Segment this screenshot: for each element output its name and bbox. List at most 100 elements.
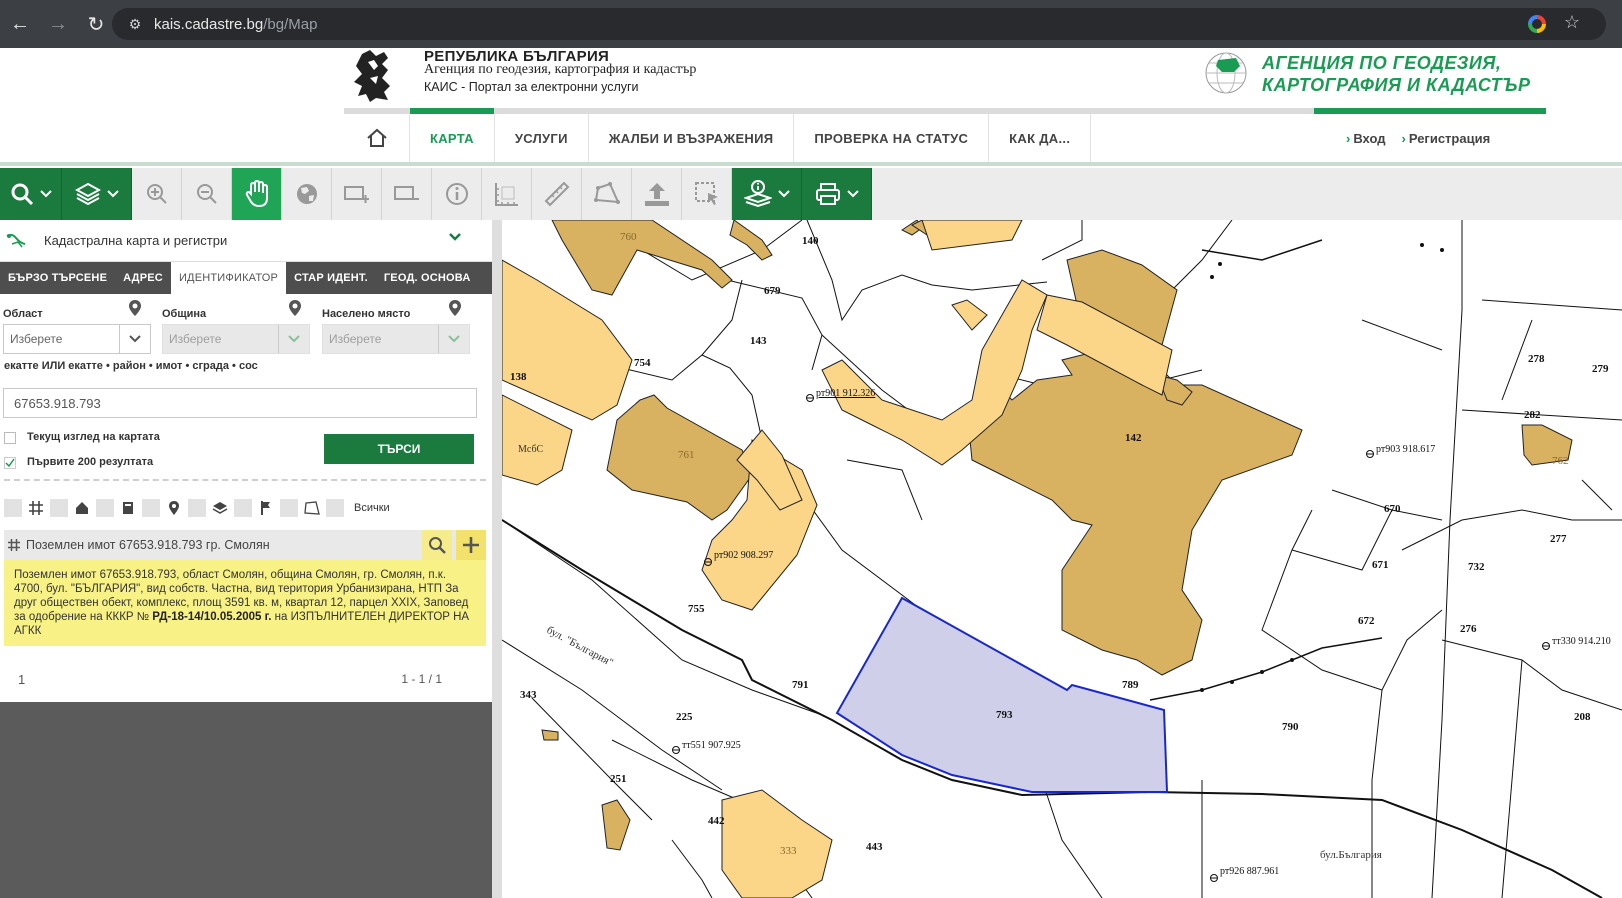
register-link[interactable]: › Регистрация [1402, 131, 1491, 146]
menu-item-map[interactable]: КАРТА [410, 114, 495, 162]
search-icon [429, 537, 446, 554]
address-bar[interactable]: ⚙ kais.cadastre.bg/bg/Map ☆ [112, 8, 1606, 40]
result-header[interactable]: Поземлен имот 67653.918.793 гр. Смолян [4, 530, 486, 560]
agency-subtitle: Агенция по геодезия, картография и кадас… [424, 62, 697, 77]
result-title: Поземлен имот 67653.918.793 гр. Смолян [26, 538, 270, 552]
measure-area-button[interactable] [482, 168, 532, 220]
filter-checkbox[interactable] [96, 499, 114, 517]
filter-checkbox[interactable] [4, 499, 22, 517]
svg-text:рт903 918.617: рт903 918.617 [1376, 444, 1435, 455]
sidebar-splitter[interactable] [492, 220, 502, 898]
zoom-box-in-button[interactable] [332, 168, 382, 220]
reload-icon[interactable]: ↻ [78, 6, 114, 42]
zoom-in-icon [146, 184, 167, 204]
menu-item-how-to[interactable]: КАК ДА... [989, 114, 1092, 162]
layer-info-button[interactable] [732, 168, 802, 220]
tab-address[interactable]: АДРЕС [115, 262, 171, 294]
pan-hand-icon [245, 180, 268, 208]
filter-checkbox[interactable] [326, 499, 344, 517]
site-settings-icon[interactable]: ⚙ [122, 16, 148, 33]
full-extent-button[interactable] [282, 168, 332, 220]
obshtina-select[interactable]: Изберете [162, 324, 310, 354]
oblast-label: Област [3, 308, 43, 320]
layers-tool-button[interactable] [62, 168, 132, 220]
search-tabs: БЪРЗО ТЪРСЕНЕ АДРЕС ИДЕНТИФИКАТОР СТАР И… [0, 262, 492, 294]
filter-all-label: Всички [354, 502, 390, 514]
parcel-label: 791 [792, 679, 809, 691]
map-pin-icon[interactable] [448, 299, 462, 317]
oblast-select[interactable]: Изберете [3, 324, 151, 354]
main-menu: КАРТА УСЛУГИ ЖАЛБИ И ВЪЗРАЖЕНИЯ ПРОВЕРКА… [344, 114, 1092, 162]
zoom-to-result-button[interactable] [422, 530, 452, 560]
info-icon [445, 183, 468, 205]
menu-item-complaints[interactable]: ЖАЛБИ И ВЪЗРАЖЕНИЯ [589, 114, 795, 162]
page-number[interactable]: 1 [18, 672, 25, 687]
print-button[interactable] [802, 168, 872, 220]
obshtina-label: Община [162, 308, 207, 320]
zoom-box-out-button[interactable] [382, 168, 432, 220]
search-button[interactable]: ТЪРСИ [324, 434, 474, 464]
forward-icon[interactable]: → [40, 6, 76, 42]
parcel-label: 443 [866, 841, 883, 853]
tab-identifier[interactable]: ИДЕНТИФИКАТОР [170, 262, 287, 294]
measure-distance-button[interactable] [532, 168, 582, 220]
street-label: бул. "България" [545, 624, 616, 669]
polygon-icon [593, 182, 620, 204]
tab-old-identifier[interactable]: СТАР ИДЕНТ. [286, 262, 376, 294]
filter-checkbox[interactable] [142, 499, 160, 517]
filter-checkbox[interactable] [188, 499, 206, 517]
search-tool-button[interactable] [0, 168, 62, 220]
filter-checkbox[interactable] [50, 499, 68, 517]
parcel-label: 343 [520, 689, 537, 701]
map-pin-icon[interactable] [288, 299, 302, 317]
menu-item-services[interactable]: УСЛУГИ [495, 114, 589, 162]
tab-quick-search[interactable]: БЪРЗО ТЪРСЕНЕ [0, 262, 115, 294]
bookmark-star-icon[interactable]: ☆ [1564, 12, 1580, 33]
cadastral-map[interactable]: 140 679 143 754 138 142 793 789 790 791 … [502, 220, 1622, 898]
building-icon [72, 499, 92, 517]
zoom-out-button[interactable] [182, 168, 232, 220]
first-200-checkbox[interactable] [4, 457, 16, 469]
zoom-in-button[interactable] [132, 168, 182, 220]
upload-icon [644, 183, 669, 206]
draw-polygon-button[interactable] [582, 168, 632, 220]
back-icon[interactable]: ← [2, 6, 38, 42]
parcel-label: 278 [1528, 353, 1545, 365]
home-button[interactable] [344, 114, 410, 162]
svg-text:рт926 887.961: рт926 887.961 [1220, 866, 1279, 877]
filter-checkbox[interactable] [234, 499, 252, 517]
svg-text:тт330 914.210: тт330 914.210 [1552, 636, 1611, 647]
identifier-input[interactable]: 67653.918.793 [3, 388, 477, 418]
rect-plus-icon [343, 186, 369, 203]
globe-icon [296, 184, 317, 204]
map-pin-icon [164, 499, 184, 517]
svg-text:тт551 907.925: тт551 907.925 [682, 740, 741, 751]
google-icon[interactable] [1528, 15, 1546, 33]
current-view-checkbox[interactable] [4, 432, 16, 444]
layer-selector[interactable]: Кадастрална карта и регистри [0, 220, 492, 262]
tab-geodetic-base[interactable]: ГЕОД. ОСНОВА [376, 262, 479, 294]
pan-tool-button[interactable] [232, 168, 282, 220]
first-200-label: Първите 200 резултата [27, 456, 154, 468]
upload-button[interactable] [632, 168, 682, 220]
parcel-label: 670 [1384, 503, 1401, 515]
svg-text:рт902 908.297: рт902 908.297 [714, 550, 773, 561]
header-bottom-border [0, 162, 1622, 166]
building-label: МсбС [518, 444, 544, 455]
login-link[interactable]: › Вход [1346, 131, 1386, 146]
select-area-button[interactable] [682, 168, 732, 220]
street-label: бул.България [1320, 849, 1382, 861]
menu-item-status-check[interactable]: ПРОВЕРКА НА СТАТУС [794, 114, 990, 162]
naseleno-mqsto-select[interactable]: Изберете [322, 324, 470, 354]
parcel-label: 282 [1524, 409, 1541, 421]
map-canvas[interactable]: 140 679 143 754 138 142 793 789 790 791 … [502, 220, 1622, 898]
chevron-right-icon: › [1346, 130, 1351, 146]
parcel-label: 755 [688, 603, 705, 615]
add-result-button[interactable] [456, 530, 486, 560]
filter-checkbox[interactable] [280, 499, 298, 517]
info-button[interactable] [432, 168, 482, 220]
parcel-label: 279 [1592, 363, 1609, 375]
cadastre-layer-icon [6, 233, 26, 248]
map-pin-icon[interactable] [128, 299, 142, 317]
building-label: 761 [678, 449, 695, 461]
